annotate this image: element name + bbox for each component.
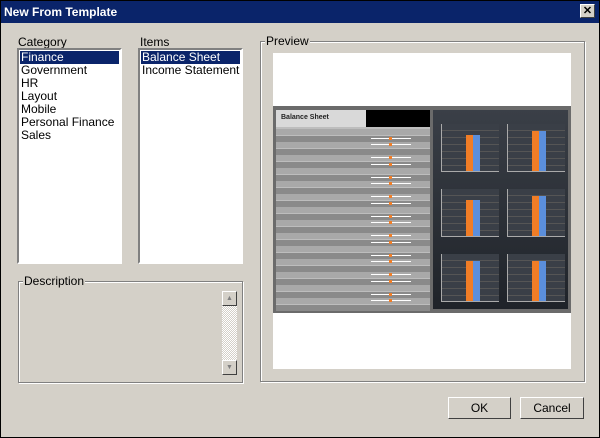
thumbnail-bar [532,261,539,301]
items-list[interactable]: Balance Sheet Income Statement [138,48,243,264]
thumbnail-bar [532,131,539,171]
thumbnail-row [276,285,430,291]
thumbnail-chart [507,124,565,172]
thumbnail-bar [466,261,473,301]
thumbnail-title: Balance Sheet [281,114,329,121]
thumbnail-row [276,272,430,278]
preview-area: Balance Sheet [273,53,571,369]
thumbnail-row [276,252,430,259]
thumbnail-chart [507,254,565,302]
thumbnail-row [276,239,430,246]
thumbnail-table: Balance Sheet [276,110,430,311]
cancel-button[interactable]: Cancel [520,397,584,419]
thumbnail-bar [539,261,546,301]
thumbnail-row [276,304,430,311]
description-group: Description [18,274,243,383]
scroll-down-icon[interactable]: ▼ [222,360,237,375]
thumbnail-chart [441,124,499,172]
category-label: Category [18,35,67,49]
thumbnail-row [276,278,430,285]
thumbnail-row [276,213,430,220]
thumbnail-row [276,246,430,252]
thumbnail-row [276,220,430,226]
preview-label: Preview [265,34,310,48]
thumbnail-row [276,265,430,272]
thumbnail-row [276,194,430,200]
thumbnail-bar [473,135,480,171]
thumbnail-row [276,291,430,298]
thumbnail-bar [539,131,546,171]
thumbnail-bar [539,196,546,236]
thumbnail-bar [466,135,473,171]
window-title: New From Template [4,5,118,19]
thumbnail-row [276,226,430,233]
thumbnail-row [276,174,430,181]
title-bar: New From Template ✕ [1,1,599,23]
category-item-sales[interactable]: Sales [20,129,119,142]
thumbnail-chart [441,254,499,302]
description-label: Description [23,274,86,288]
thumbnail-bar [532,196,539,236]
thumbnail-row [276,207,430,213]
thumbnail-row [276,155,430,161]
item-income-statement[interactable]: Income Statement [141,64,240,77]
thumbnail-bar [473,261,480,301]
thumbnail-row [276,148,430,155]
thumbnail-row [276,135,430,142]
items-label: Items [140,35,170,49]
thumbnail-row [276,233,430,239]
thumbnail-chart [441,189,499,237]
thumbnail-bar [473,200,480,236]
thumbnail-row [276,187,430,194]
category-list[interactable]: Finance Government HR Layout Mobile Pers… [17,48,122,264]
ok-button[interactable]: OK [448,397,511,419]
scroll-up-icon[interactable]: ▲ [222,291,237,306]
template-thumbnail: Balance Sheet [273,106,571,313]
thumbnail-row [276,142,430,148]
thumbnail-bar [466,200,473,236]
description-scrollbar[interactable]: ▲ ▼ [222,291,237,375]
close-icon[interactable]: ✕ [580,4,595,18]
thumbnail-charts [433,110,568,309]
thumbnail-row [276,298,430,304]
thumbnail-chart [507,189,565,237]
thumbnail-row [276,168,430,174]
thumbnail-row [276,259,430,265]
thumbnail-row [276,129,430,135]
thumbnail-row [276,161,430,168]
thumbnail-row [276,200,430,207]
thumbnail-row [276,181,430,187]
